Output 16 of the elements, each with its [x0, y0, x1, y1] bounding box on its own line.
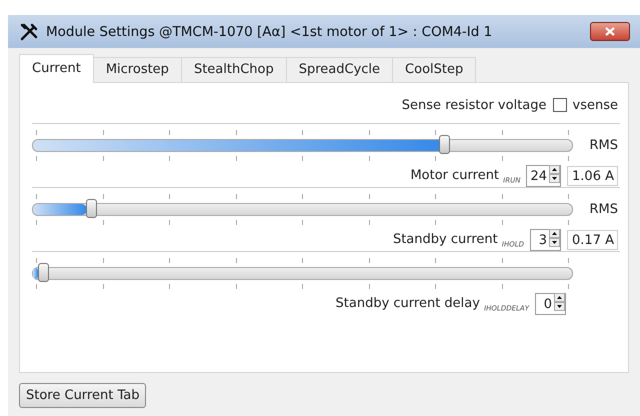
sense-resistor-label: Sense resistor voltage — [402, 98, 547, 112]
current-readout: 0.17 A — [567, 230, 618, 250]
window-title: Module Settings @TMCM-1070 [Aα] <1st motor of 1> : COM4-Id 1 — [46, 24, 494, 40]
tab[interactable]: CoolStep — [392, 57, 476, 82]
field-label: Motor current $_{IRUN}$ — [410, 168, 520, 184]
checkbox-label: vsense — [572, 98, 618, 112]
field-label: Standby current $_{IHOLD}$ — [392, 232, 524, 248]
current-readout: 1.06 A — [567, 166, 618, 186]
spin-box[interactable]: 0 — [535, 293, 566, 315]
unit-label: RMS — [588, 202, 618, 217]
spin-box[interactable]: 24 — [526, 165, 562, 187]
store-button[interactable]: Store Current Tab — [19, 383, 146, 408]
field-label: Standby current delay $_{IHOLDDELAY}$ — [336, 296, 529, 312]
unit-label: RMS — [588, 138, 618, 153]
tab[interactable]: Current — [19, 54, 94, 83]
spin-box[interactable]: 3 — [530, 229, 562, 251]
